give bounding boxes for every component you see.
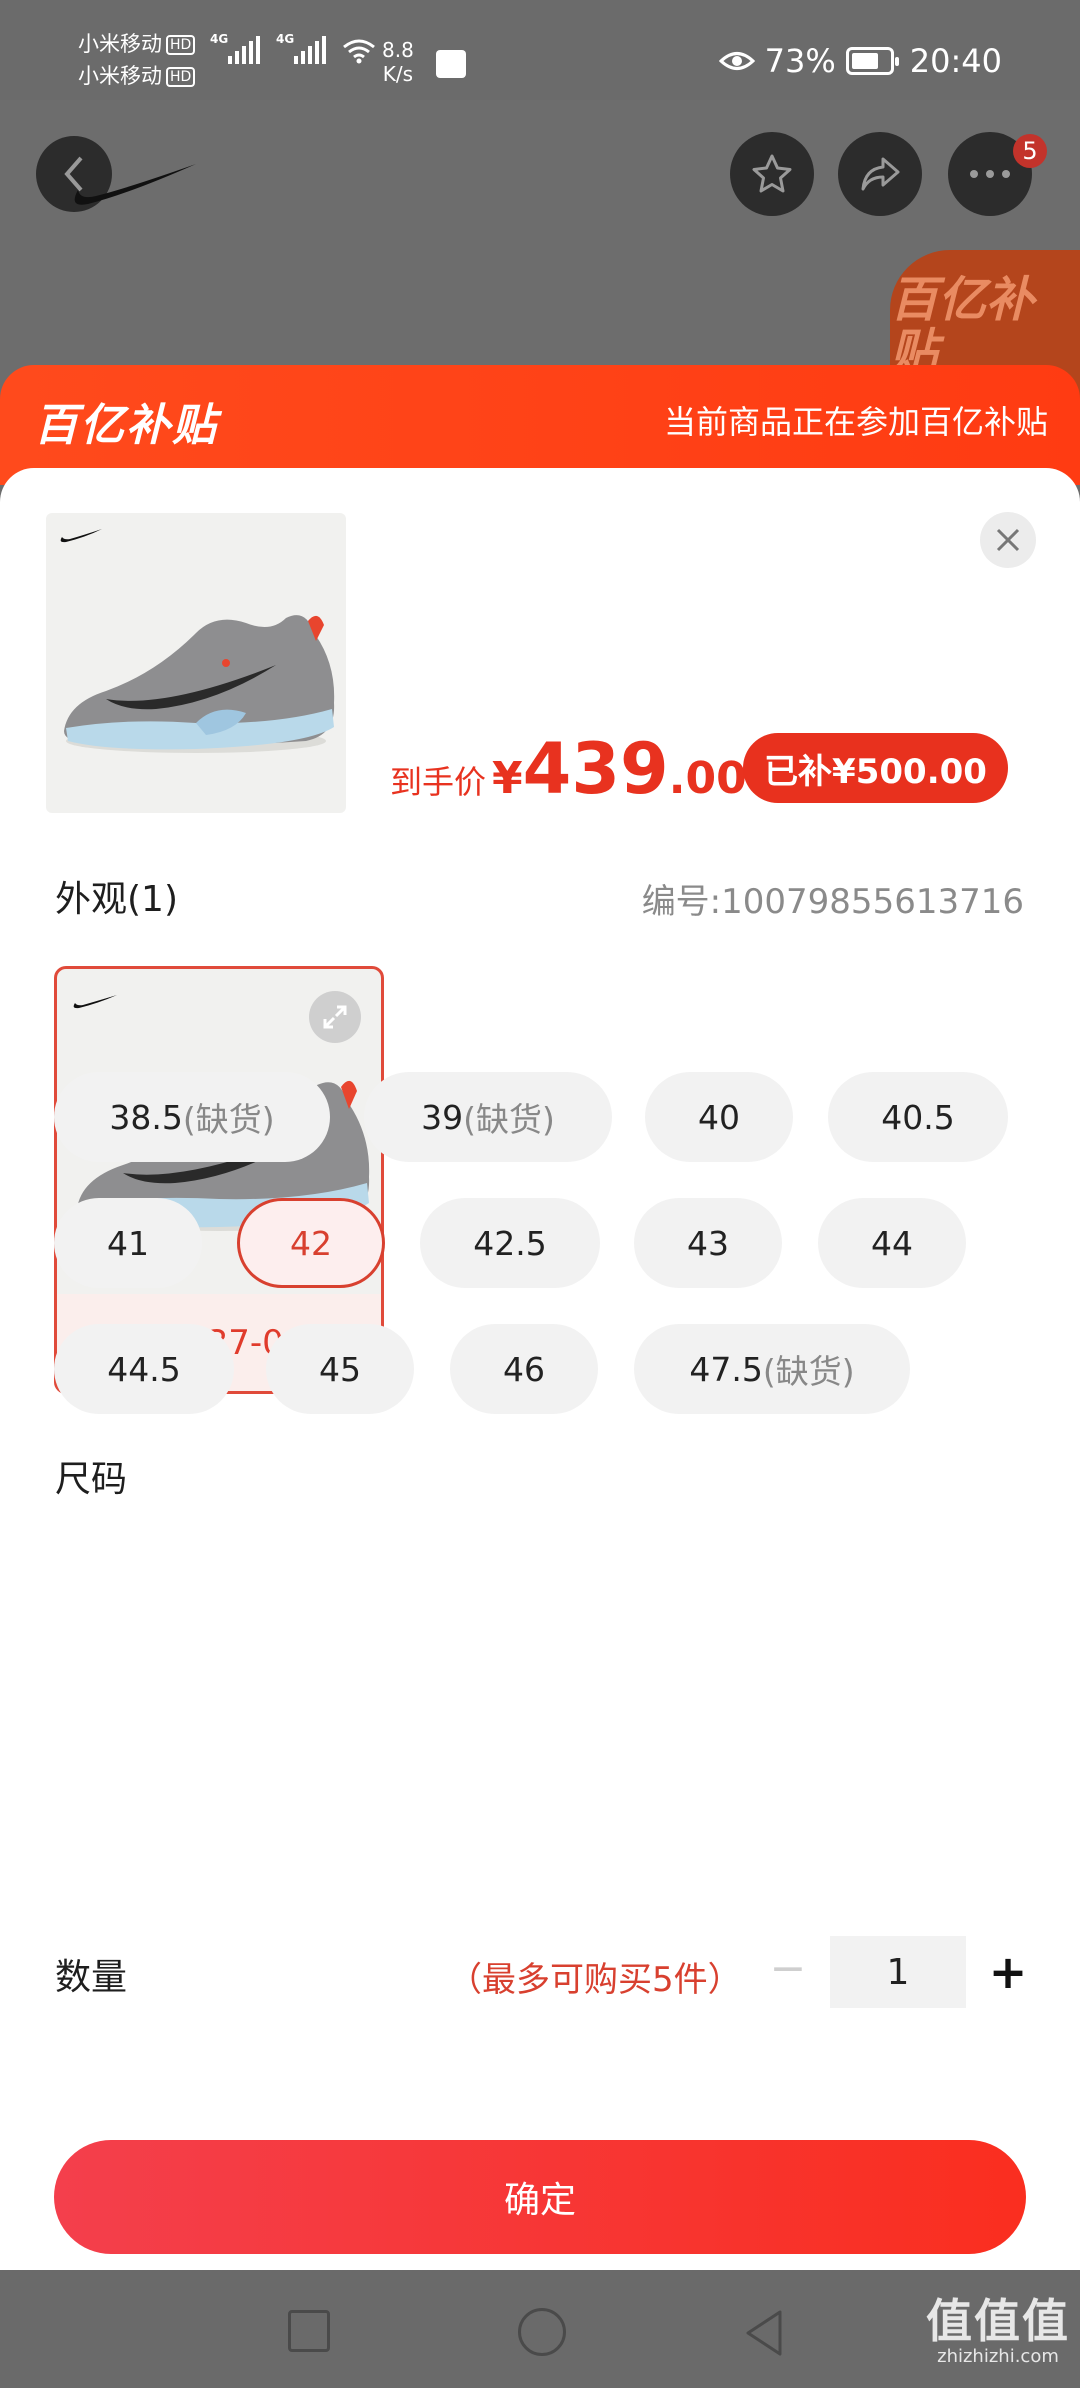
appearance-title: 外观(1)	[55, 879, 178, 920]
size-value: 44.5	[107, 1349, 181, 1389]
recents-button[interactable]	[288, 2310, 330, 2352]
watermark: 值值值 zhizhizhi.com	[926, 2296, 1070, 2368]
wifi-icon	[343, 39, 375, 64]
price-label: 到手价	[390, 763, 487, 801]
signal-icons: 4G 4G	[210, 32, 376, 64]
navigation-bar: 值值值 zhizhizhi.com	[0, 2270, 1080, 2388]
carrier-1: 小米移动 HD	[78, 30, 196, 58]
watermark-url: zhizhizhi.com	[937, 2346, 1059, 2367]
size-title: 尺码	[55, 1459, 128, 1500]
size-value: 47.5	[689, 1349, 763, 1389]
expand-icon[interactable]	[309, 991, 361, 1043]
home-button[interactable]	[518, 2308, 566, 2356]
size-option-45[interactable]: 45	[266, 1324, 414, 1414]
carrier-1-label: 小米移动	[78, 32, 162, 56]
battery-percent: 73%	[764, 42, 836, 80]
product-image[interactable]	[46, 513, 346, 813]
hd-badge: HD	[166, 35, 196, 55]
size-option-44[interactable]: 44	[818, 1198, 966, 1288]
size-value: 42.5	[473, 1223, 547, 1263]
size-option-43[interactable]: 43	[634, 1198, 782, 1288]
quantity-increase-button[interactable]: +	[988, 1936, 1028, 2008]
battery-icon	[845, 47, 899, 75]
price: 到手价 ¥ 439 .00	[390, 728, 747, 810]
out-of-stock-note: (缺货)	[762, 1352, 855, 1391]
quantity-input[interactable]: 1	[830, 1936, 966, 2008]
size-option-41[interactable]: 41	[54, 1198, 202, 1288]
hd-badge: HD	[166, 67, 196, 87]
notification-icon	[436, 50, 466, 78]
price-currency: ¥	[492, 753, 523, 804]
speed-value: 8.8	[382, 38, 414, 62]
back-nav-icon[interactable]	[742, 2308, 786, 2358]
battery-fill	[851, 53, 879, 69]
size-option-42[interactable]: 42	[237, 1198, 385, 1288]
signal-icon: 4G	[210, 32, 260, 64]
network-speed: 8.8 K/s	[382, 38, 414, 86]
shoe-image	[60, 529, 335, 753]
out-of-stock-note: (缺货)	[182, 1100, 275, 1139]
size-value: 40	[698, 1097, 740, 1137]
product-header: 5 百亿补贴	[0, 100, 1080, 400]
close-icon	[996, 528, 1020, 552]
size-option-44.5[interactable]: 44.5	[54, 1324, 234, 1414]
share-icon	[861, 157, 900, 191]
more-icon	[970, 170, 1010, 178]
subsidy-badge: 已补¥500.00	[743, 733, 1008, 803]
size-option-42.5[interactable]: 42.5	[420, 1198, 600, 1288]
network-type: 4G	[210, 32, 229, 46]
size-option-47.5[interactable]: 47.5 (缺货)	[634, 1324, 910, 1414]
size-option-40[interactable]: 40	[645, 1072, 793, 1162]
watermark-logo: 值值值	[926, 2294, 1070, 2348]
subsidy-note: 当前商品正在参加百亿补贴	[663, 403, 1048, 441]
carrier-2-label: 小米移动	[78, 64, 162, 88]
signal-icon: 4G	[276, 32, 326, 64]
confirm-button[interactable]: 确定	[54, 2140, 1026, 2254]
size-value: 38.5	[109, 1097, 183, 1137]
size-value: 45	[319, 1349, 361, 1389]
star-icon	[752, 154, 792, 193]
price-integer: 439	[522, 728, 669, 810]
size-option-40.5[interactable]: 40.5	[828, 1072, 1008, 1162]
status-right: 73% 20:40	[718, 42, 1002, 80]
quantity-decrease-button[interactable]: −	[770, 1938, 807, 1998]
subsidy-logo: 百亿补贴	[34, 400, 218, 451]
size-option-39[interactable]: 39 (缺货)	[364, 1072, 612, 1162]
size-value: 40.5	[881, 1097, 955, 1137]
size-value: 44	[871, 1223, 913, 1263]
notification-badge: 5	[1013, 134, 1047, 168]
size-option-38.5[interactable]: 38.5 (缺货)	[54, 1072, 330, 1162]
close-button[interactable]	[980, 512, 1036, 568]
size-value: 41	[107, 1223, 149, 1263]
size-value: 42	[290, 1223, 332, 1263]
quantity-title: 数量	[55, 1957, 128, 1998]
size-value: 43	[687, 1223, 729, 1263]
sku-selector-sheet: 到手价 ¥ 439 .00 已补¥500.00 外观(1) 编号:1007985…	[0, 468, 1080, 2270]
promo-corner-text: 百亿补贴	[890, 272, 1035, 380]
expand-arrows	[323, 1005, 347, 1029]
clock: 20:40	[909, 42, 1002, 80]
status-bar: 小米移动 HD 小米移动 HD 4G 4G 8.8 K/s 73% 20:40	[0, 0, 1080, 100]
price-decimal: .00	[668, 753, 747, 804]
favorite-button[interactable]	[730, 132, 814, 216]
size-value: 46	[503, 1349, 545, 1389]
eye-icon	[718, 52, 755, 70]
nike-logo	[74, 164, 196, 205]
carrier-2: 小米移动 HD	[78, 62, 196, 90]
subsidy-banner: 百亿补贴 当前商品正在参加百亿补贴	[0, 365, 1080, 485]
sku-number: 编号:10079855613716	[641, 882, 1024, 922]
quantity-limit: （最多可购买5件）	[448, 1960, 742, 2000]
speed-unit: K/s	[382, 62, 414, 86]
share-button[interactable]	[838, 132, 922, 216]
network-type: 4G	[276, 32, 295, 46]
size-value: 39	[421, 1097, 464, 1137]
size-option-46[interactable]: 46	[450, 1324, 598, 1414]
out-of-stock-note: (缺货)	[463, 1100, 555, 1139]
